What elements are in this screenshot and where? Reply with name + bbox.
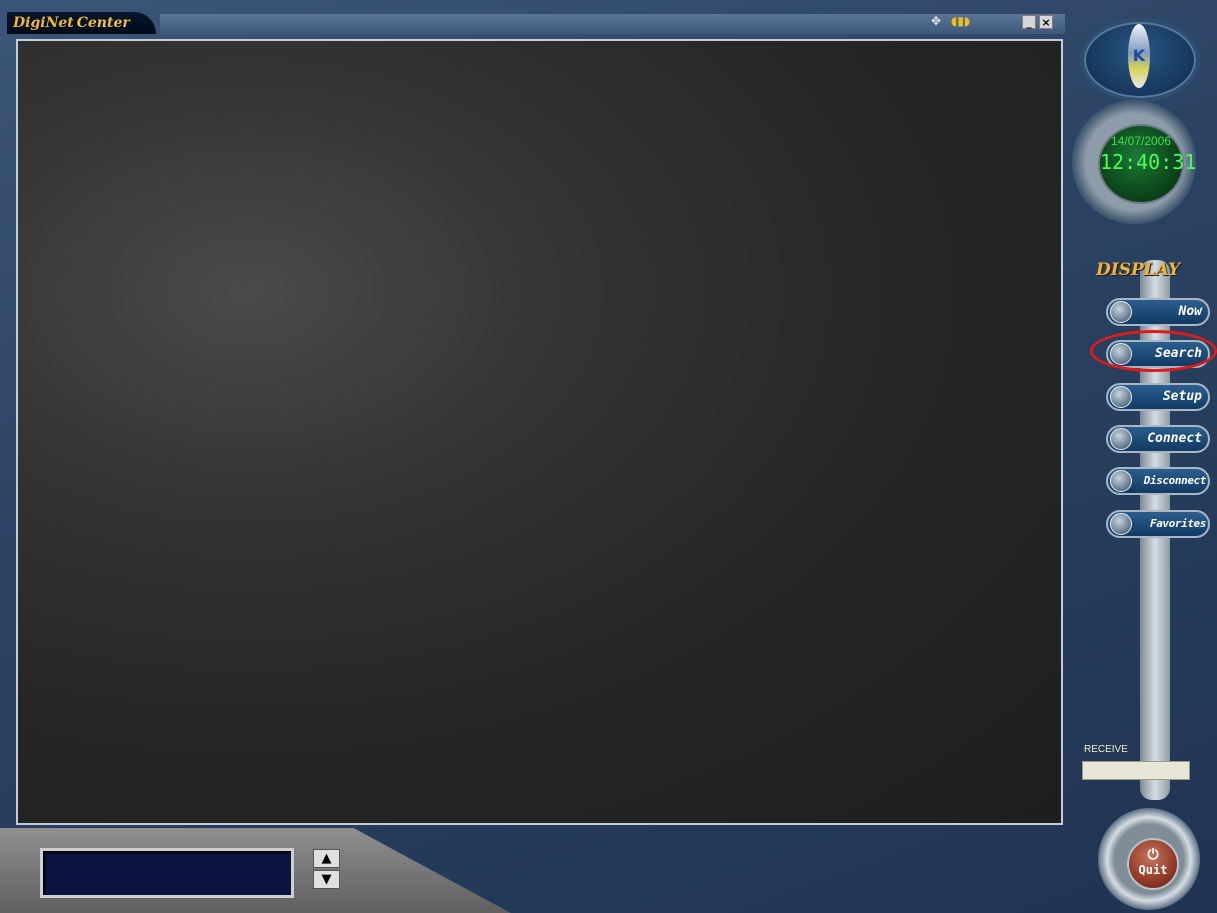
favorites-button-icon: [1110, 513, 1132, 535]
display-heading: DISPLAY: [1096, 260, 1181, 280]
now-button[interactable]: Now: [1106, 298, 1210, 326]
scroll-down-button[interactable]: ▼: [313, 870, 340, 889]
clock-time: 12:40:31: [1100, 150, 1197, 174]
now-button-icon: [1110, 301, 1132, 323]
receive-field: [1082, 761, 1190, 780]
audio-icon[interactable]: ◖▮◗: [951, 14, 970, 28]
search-button-label: Search: [1155, 346, 1202, 361]
status-display: [40, 848, 294, 898]
connect-button-icon: [1110, 428, 1132, 450]
disconnect-button[interactable]: Disconnect: [1106, 467, 1210, 495]
disconnect-button-icon: [1110, 470, 1132, 492]
setup-button-label: Setup: [1162, 389, 1202, 404]
close-button[interactable]: ×: [1039, 15, 1053, 29]
connect-button[interactable]: Connect: [1106, 425, 1210, 453]
search-button-icon: [1110, 343, 1132, 365]
scroll-up-button[interactable]: ▲: [313, 849, 340, 868]
receive-label: RECEIVE: [1084, 744, 1128, 755]
connect-button-label: Connect: [1147, 431, 1202, 446]
setup-button[interactable]: Setup: [1106, 383, 1210, 411]
clock-date: 14/07/2006: [1110, 134, 1172, 148]
logo-icon: K: [1128, 24, 1150, 88]
quit-button[interactable]: ⏻ Quit: [1127, 838, 1179, 890]
video-viewport[interactable]: [16, 39, 1063, 825]
move-icon[interactable]: ✥: [929, 14, 943, 28]
app-title: DigiNet Center: [7, 12, 156, 34]
setup-button-icon: [1110, 386, 1132, 408]
favorites-button[interactable]: Favorites: [1106, 510, 1210, 538]
disconnect-button-label: Disconnect: [1143, 474, 1207, 487]
app-title-part1: DigiNet: [13, 15, 74, 31]
minimize-button[interactable]: _: [1022, 15, 1036, 29]
app-title-part2: Center: [76, 15, 130, 31]
quit-label: Quit: [1138, 863, 1168, 877]
clock: 14/07/2006 12:40:31: [1098, 124, 1197, 204]
app-window: DigiNet Center ✥ ◖▮◗ _ × ▲ ▼ K 14/07/2006…: [0, 0, 1217, 913]
power-icon: ⏻: [1147, 847, 1159, 863]
now-button-label: Now: [1178, 304, 1202, 319]
search-button[interactable]: Search: [1106, 340, 1210, 368]
favorites-button-label: Favorites: [1149, 517, 1206, 530]
